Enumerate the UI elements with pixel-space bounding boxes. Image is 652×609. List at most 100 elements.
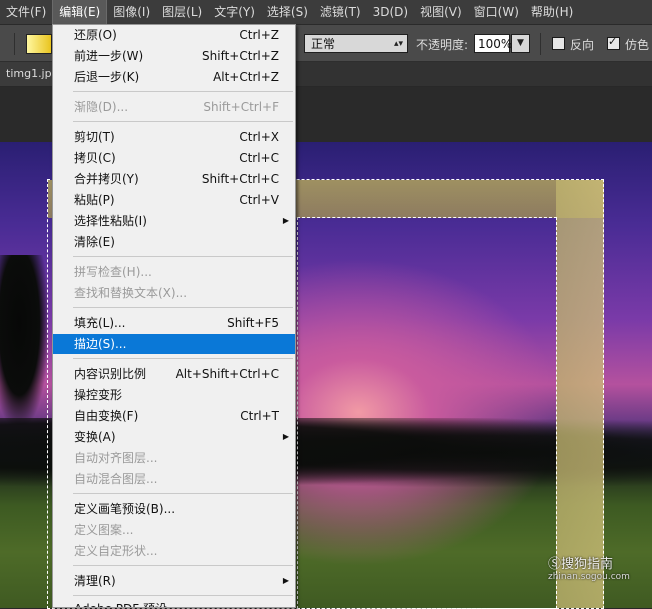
menu-item-label: 定义自定形状... <box>74 544 158 558</box>
menu-window[interactable]: 窗口(W) <box>468 0 525 24</box>
menu-item-label: 自动对齐图层... <box>74 451 158 465</box>
menu-image[interactable]: 图像(I) <box>107 0 156 24</box>
menu-item-label: 拷贝(C) <box>74 151 116 165</box>
menu-filter[interactable]: 滤镜(T) <box>314 0 367 24</box>
menu-item-copy[interactable]: 拷贝(C) Ctrl+C <box>53 148 295 168</box>
menu-item-auto-align-layers[interactable]: 自动对齐图层... <box>53 448 295 468</box>
watermark-url: zhinan.sogou.com <box>548 572 630 582</box>
menu-separator <box>73 307 293 308</box>
menu-file[interactable]: 文件(F) <box>0 0 52 24</box>
menu-item-define-pattern[interactable]: 定义图案... <box>53 520 295 540</box>
menu-bar: 文件(F) 编辑(E) 图像(I) 图层(L) 文字(Y) 选择(S) 滤镜(T… <box>0 0 652 25</box>
dither-label: 仿色 <box>625 38 650 52</box>
menu-view[interactable]: 视图(V) <box>414 0 468 24</box>
reverse-label: 反向 <box>570 38 595 52</box>
menu-help[interactable]: 帮助(H) <box>525 0 579 24</box>
edit-menu: 还原(O) Ctrl+Z 前进一步(W) Shift+Ctrl+Z 后退一步(K) A… <box>52 24 296 608</box>
menu-item-fill[interactable]: 填充(L)... Shift+F5 <box>53 313 295 333</box>
menu-type[interactable]: 文字(Y) <box>208 0 261 24</box>
menu-item-label: 还原(O) <box>74 28 117 42</box>
menu-item-shortcut: Shift+F5 <box>227 316 279 330</box>
menu-item-label: 内容识别比例 <box>74 367 147 381</box>
selection-marquee-inner <box>297 217 557 609</box>
menu-item-label: 合并拷贝(Y) <box>74 172 139 186</box>
menu-item-label: 定义画笔预设(B)... <box>74 502 176 516</box>
menu-separator <box>73 565 293 566</box>
menu-item-auto-blend-layers[interactable]: 自动混合图层... <box>53 469 295 489</box>
menu-item-cut[interactable]: 剪切(T) Ctrl+X <box>53 127 295 147</box>
menu-item-shortcut: Alt+Ctrl+Z <box>213 70 279 84</box>
chevron-updown-icon: ▴▾ <box>393 39 403 49</box>
options-divider <box>540 33 541 55</box>
menu-item-shortcut: Ctrl+X <box>239 130 279 144</box>
menu-item-label: Adobe PDF 预设... <box>74 599 178 607</box>
menu-separator <box>73 595 293 596</box>
menu-item-label: 拼写检查(H)... <box>74 265 152 279</box>
menu-item-transform[interactable]: 变换(A) ▶ <box>53 427 295 447</box>
dither-checkbox[interactable] <box>607 35 620 50</box>
menu-item-label: 清理(R) <box>74 574 116 588</box>
menu-item-shortcut: Ctrl+V <box>239 193 279 207</box>
menu-item-stroke[interactable]: 描边(S)... <box>53 334 295 354</box>
menu-item-label: 粘贴(P) <box>74 193 115 207</box>
menu-item-label: 自由变换(F) <box>74 409 139 423</box>
menu-item-puppet-warp[interactable]: 操控变形 <box>53 385 295 405</box>
menu-item-copy-merged[interactable]: 合并拷贝(Y) Shift+Ctrl+C <box>53 169 295 189</box>
menu-separator <box>73 256 293 257</box>
menu-separator <box>73 91 293 92</box>
menu-item-paste[interactable]: 粘贴(P) Ctrl+V <box>53 190 295 210</box>
options-divider <box>14 33 15 55</box>
menu-item-pdf-presets[interactable]: Adobe PDF 预设... <box>53 599 295 607</box>
watermark-text: Ⓢ搜狗指南 <box>548 553 613 572</box>
menu-item-label: 变换(A) <box>74 430 116 444</box>
menu-item-label: 后退一步(K) <box>74 70 140 84</box>
menu-select[interactable]: 选择(S) <box>261 0 314 24</box>
menu-item-find-replace[interactable]: 查找和替换文本(X)... <box>53 283 295 303</box>
reverse-checkbox[interactable] <box>552 37 565 50</box>
menu-item-shortcut: Ctrl+C <box>239 151 279 165</box>
chevron-down-icon[interactable]: ▼ <box>511 34 530 53</box>
menu-item-label: 渐隐(D)... <box>74 100 129 114</box>
menu-item-shortcut: Shift+Ctrl+Z <box>202 49 279 63</box>
blend-mode-select[interactable]: 正常 ▴▾ <box>304 34 408 53</box>
menu-item-label: 剪切(T) <box>74 130 115 144</box>
menu-item-content-aware-scale[interactable]: 内容识别比例 Alt+Shift+Ctrl+C <box>53 364 295 384</box>
menu-item-define-custom-shape[interactable]: 定义自定形状... <box>53 541 295 561</box>
menu-edit[interactable]: 编辑(E) <box>52 0 108 24</box>
menu-item-label: 查找和替换文本(X)... <box>74 286 188 300</box>
opacity-label: 不透明度: <box>416 38 469 52</box>
opacity-input[interactable]: 100% <box>474 34 512 53</box>
menu-item-label: 自动混合图层... <box>74 472 158 486</box>
menu-3d[interactable]: 3D(D) <box>367 0 414 24</box>
submenu-arrow-icon: ▶ <box>282 432 289 441</box>
menu-item-label: 前进一步(W) <box>74 49 144 63</box>
menu-item-shortcut: Ctrl+T <box>240 409 279 423</box>
menu-item-purge[interactable]: 清理(R) ▶ <box>53 571 295 591</box>
gradient-picker[interactable] <box>26 34 52 54</box>
tree-silhouette <box>0 255 48 425</box>
menu-item-label: 定义图案... <box>74 523 134 537</box>
menu-item-check-spelling[interactable]: 拼写检查(H)... <box>53 262 295 282</box>
menu-item-free-transform[interactable]: 自由变换(F) Ctrl+T <box>53 406 295 426</box>
menu-item-shortcut: Alt+Shift+Ctrl+C <box>175 367 279 381</box>
menu-item-step-backward[interactable]: 后退一步(K) Alt+Ctrl+Z <box>53 67 295 87</box>
menu-item-label: 选择性粘贴(I) <box>74 214 147 228</box>
menu-item-paste-special[interactable]: 选择性粘贴(I) ▶ <box>53 211 295 231</box>
menu-item-clear[interactable]: 清除(E) <box>53 232 295 252</box>
menu-layer[interactable]: 图层(L) <box>156 0 208 24</box>
menu-item-shortcut: Shift+Ctrl+C <box>201 172 279 186</box>
menu-item-shortcut: Shift+Ctrl+F <box>203 100 279 114</box>
menu-item-step-forward[interactable]: 前进一步(W) Shift+Ctrl+Z <box>53 46 295 66</box>
menu-item-define-brush[interactable]: 定义画笔预设(B)... <box>53 499 295 519</box>
menu-item-fade[interactable]: 渐隐(D)... Shift+Ctrl+F <box>53 97 295 117</box>
menu-item-label: 填充(L)... <box>74 316 126 330</box>
menu-item-label: 描边(S)... <box>74 337 127 351</box>
menu-separator <box>73 358 293 359</box>
submenu-arrow-icon: ▶ <box>282 576 289 585</box>
submenu-arrow-icon: ▶ <box>282 216 289 225</box>
menu-item-undo[interactable]: 还原(O) Ctrl+Z <box>53 25 295 45</box>
watermark-label: 搜狗指南 <box>561 557 614 572</box>
menu-item-label: 操控变形 <box>74 388 123 402</box>
watermark-logo-icon: Ⓢ <box>548 557 562 572</box>
menu-item-label: 清除(E) <box>74 235 115 249</box>
